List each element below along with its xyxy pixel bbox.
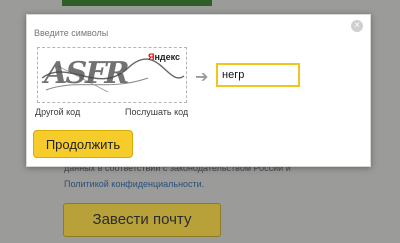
yandex-logo-rest: ндекс: [154, 52, 180, 62]
other-code-link[interactable]: Другой код: [35, 107, 80, 117]
create-mail-button[interactable]: Завести почту: [63, 203, 221, 237]
captcha-modal: × Введите символы ASFR Яндекс Другой код…: [26, 14, 371, 167]
captcha-answer-input[interactable]: [216, 63, 300, 87]
close-icon[interactable]: ×: [351, 20, 363, 32]
captcha-image: ASFR Яндекс: [37, 47, 187, 103]
privacy-policy-link[interactable]: Политикой конфиденциальности.: [64, 176, 364, 192]
listen-code-link[interactable]: Послушать код: [125, 107, 188, 117]
modal-title: Введите символы: [34, 28, 109, 38]
arrow-right-icon: ➔: [195, 69, 209, 86]
captcha-glyphs: ASFR: [40, 56, 131, 91]
background-top-bar: [62, 0, 212, 6]
yandex-logo: Яндекс: [148, 52, 180, 62]
continue-button[interactable]: Продолжить: [33, 130, 133, 158]
